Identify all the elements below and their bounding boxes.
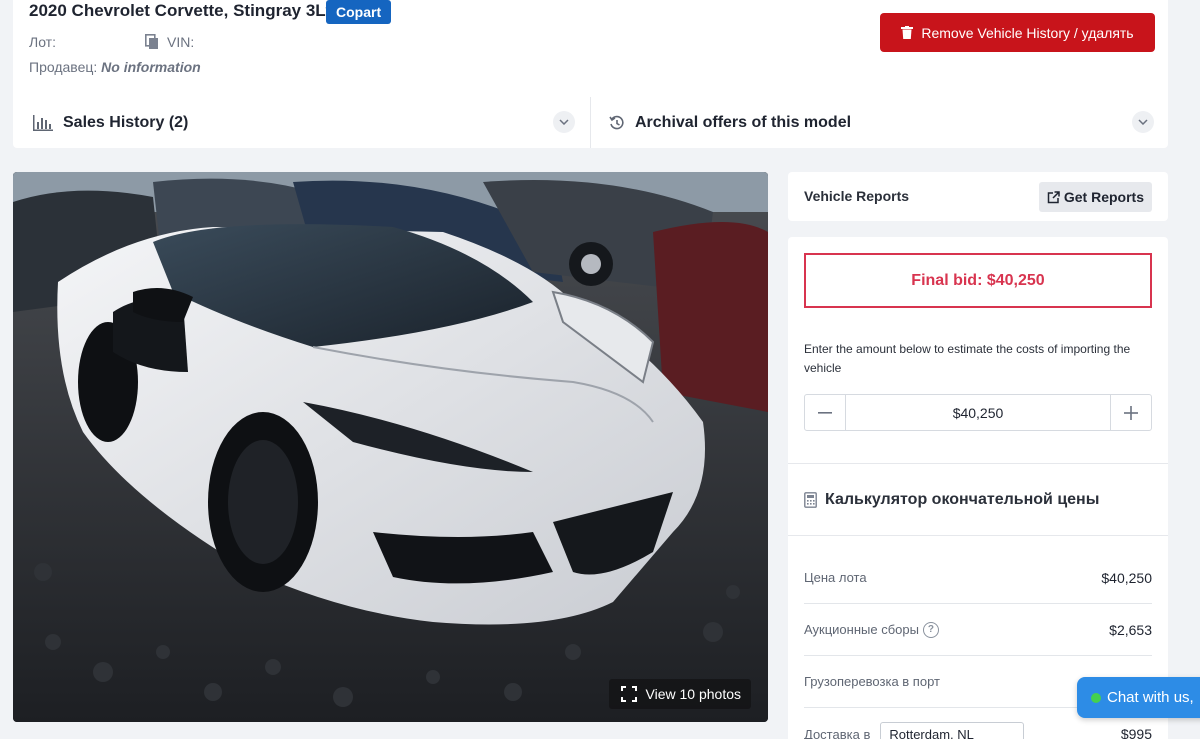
seller-value: No information — [101, 59, 201, 75]
online-status-icon — [1091, 692, 1101, 703]
final-bid-box: Final bid: $40,250 — [804, 253, 1152, 308]
calc-row-lot-price: Цена лота $40,250 — [804, 552, 1152, 604]
get-reports-label: Get Reports — [1063, 189, 1144, 205]
plus-icon — [1124, 405, 1138, 420]
calculator-title: Калькулятор окончательной цены — [804, 491, 1099, 509]
vin-label: VIN: — [167, 34, 195, 50]
accordion-divider — [590, 97, 591, 148]
chat-widget-button[interactable]: Chat with us, — [1077, 677, 1200, 718]
calc-row-label-wrap: Доставка в Rotterdam, NL — [804, 722, 1025, 739]
calc-row-label: Аукционные сборы — [804, 622, 919, 637]
fullscreen-icon — [620, 686, 637, 702]
remove-history-button[interactable]: Remove Vehicle History / удалять — [880, 13, 1155, 52]
section-divider — [788, 535, 1168, 536]
estimate-hint: Enter the amount below to estimate the c… — [804, 342, 1131, 375]
view-photos-label: View 10 photos — [645, 686, 741, 702]
chevron-down-icon[interactable] — [553, 111, 575, 133]
sales-history-accordion[interactable]: Sales History (2) — [33, 97, 575, 148]
history-icon — [609, 115, 624, 129]
calculator-title-text: Калькулятор окончательной цены — [825, 491, 1100, 508]
vehicle-reports-title: Vehicle Reports — [804, 188, 910, 204]
copy-icon[interactable] — [145, 34, 159, 50]
seller-info: Продавец: No information — [29, 59, 201, 75]
bid-amount-stepper[interactable] — [804, 394, 1152, 431]
decrease-button[interactable] — [805, 395, 846, 430]
archival-offers-accordion[interactable]: Archival offers of this model — [609, 97, 1154, 148]
get-reports-button[interactable]: Get Reports — [1038, 182, 1152, 212]
vehicle-reports-card: Vehicle Reports Get Reports — [788, 172, 1168, 221]
minus-icon — [818, 411, 832, 414]
remove-history-label: Remove Vehicle History / удалять — [921, 24, 1134, 41]
increase-button[interactable] — [1110, 395, 1151, 430]
lot-label: Лот: — [29, 34, 56, 50]
chevron-down-icon[interactable] — [1132, 111, 1154, 133]
price-calculator-card: Final bid: $40,250 Enter the amount belo… — [788, 237, 1168, 739]
sales-history-label: Sales History (2) — [63, 113, 189, 131]
seller-label: Продавец: — [29, 59, 98, 75]
help-icon[interactable]: ? — [922, 621, 939, 638]
vehicle-photo-image — [13, 172, 768, 722]
calc-row-value: $40,250 — [1101, 569, 1152, 586]
calc-row-value: $995 — [1120, 726, 1152, 739]
calc-row-label-wrap: Аукционные сборы ? — [804, 621, 939, 638]
calc-row-label: Доставка в — [804, 726, 871, 739]
calc-row-value: $2,653 — [1109, 621, 1152, 638]
calc-row-label: Цена лота — [804, 570, 867, 585]
calculator-icon — [804, 492, 817, 508]
bar-chart-icon — [33, 114, 53, 131]
chat-label: Chat with us, — [1107, 689, 1194, 706]
trash-icon — [901, 26, 914, 39]
auction-badge[interactable]: Copart — [326, 0, 392, 24]
archival-offers-label: Archival offers of this model — [635, 113, 852, 131]
page-title: 2020 Chevrolet Corvette, Stingray 3Lt — [29, 1, 332, 20]
destination-port-select[interactable]: Rotterdam, NL — [880, 722, 1025, 739]
external-link-icon — [1047, 190, 1060, 203]
view-photos-button[interactable]: View 10 photos — [608, 679, 751, 709]
calc-row-auction-fees: Аукционные сборы ? $2,653 — [804, 604, 1152, 656]
vehicle-photo[interactable]: View 10 photos — [13, 172, 768, 722]
section-divider — [788, 463, 1168, 464]
bid-amount-input[interactable] — [846, 395, 1110, 430]
calc-row-label: Грузоперевозка в порт — [804, 674, 940, 689]
